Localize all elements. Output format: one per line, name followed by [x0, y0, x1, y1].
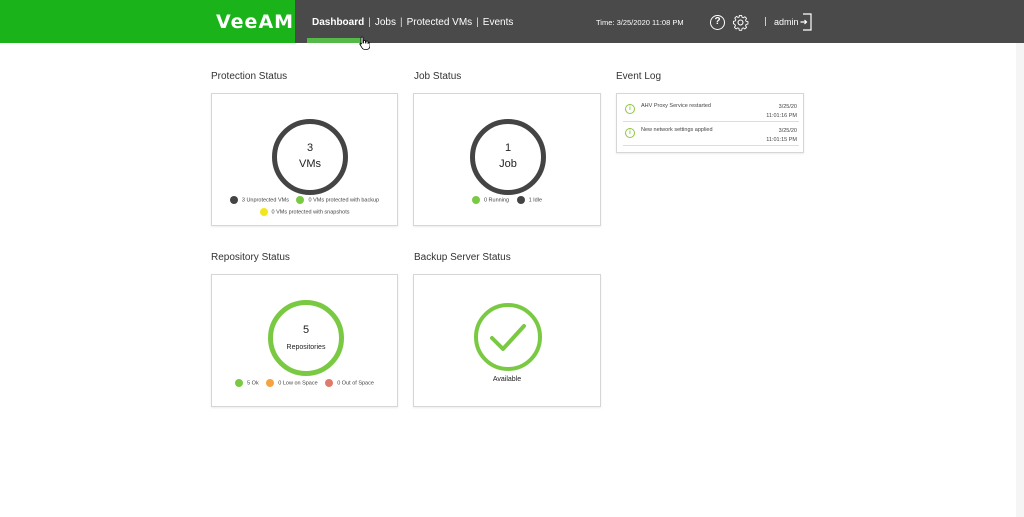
legend-item: 0 VMs protected with snapshots	[259, 208, 350, 216]
legend-dot	[471, 196, 480, 204]
legend-label: 0 Out of Space	[337, 380, 374, 387]
protection-legend-row2: 0 VMs protected with snapshots	[212, 208, 397, 216]
legend-dot	[259, 208, 268, 216]
legend-label: 0 VMs protected with backup	[308, 197, 380, 204]
event-row[interactable]: i AHV Proxy Service restarted 3/25/20 11…	[623, 100, 799, 122]
nav-protected-vms[interactable]: Protected VMs	[407, 17, 473, 28]
job-ring: 1 Job	[470, 119, 546, 195]
nav-dashboard[interactable]: Dashboard	[312, 17, 364, 28]
event-datetime: 3/25/20 11:01:15 PM	[766, 127, 797, 145]
event-time: 11:01:16 PM	[766, 113, 797, 119]
legend-dot	[325, 379, 334, 387]
job-count: 1	[504, 142, 512, 154]
legend-item: 3 Unprotected VMs	[229, 196, 289, 204]
protection-status-card[interactable]: 3 VMs 3 Unprotected VMs 0 VMs protected …	[211, 93, 398, 226]
event-date: 3/25/20	[778, 128, 797, 134]
event-log-title: Event Log	[616, 71, 662, 82]
protection-ring: 3 VMs	[272, 119, 348, 195]
legend-label: 0 Low on Space	[278, 380, 318, 387]
brand-area: VeeAM	[0, 0, 295, 43]
legend-dot	[235, 379, 244, 387]
legend-item: 0 VMs protected with backup	[296, 196, 379, 204]
nav-jobs[interactable]: Jobs	[375, 17, 396, 28]
gear-icon[interactable]	[732, 14, 749, 31]
legend-label: 5 Ok	[247, 380, 259, 387]
job-unit: Job	[499, 158, 517, 170]
logout-icon[interactable]	[800, 13, 812, 31]
protection-legend-row1: 3 Unprotected VMs 0 VMs protected with b…	[212, 196, 397, 204]
repository-unit: Repositories	[286, 344, 326, 351]
top-header: VeeAM Dashboard | Jobs | Protected VMs | Event…	[0, 0, 1024, 43]
event-time: 11:01:15 PM	[766, 137, 797, 143]
legend-item: 1 Idle	[516, 196, 543, 204]
server-time: Time: 3/25/2020 11:08 PM	[596, 18, 684, 27]
info-icon: i	[625, 104, 635, 114]
help-icon[interactable]: ?	[710, 15, 725, 30]
legend-dot	[266, 379, 275, 387]
legend-label: 1 Idle	[528, 197, 543, 204]
legend-item: 0 Low on Space	[266, 379, 318, 387]
checkmark-icon	[474, 303, 542, 371]
repository-status-card[interactable]: 5 Repositories 5 Ok 0 Low on Space 0 Out…	[211, 274, 398, 407]
info-icon: i	[625, 128, 635, 138]
legend-item: 5 Ok	[235, 379, 259, 387]
repository-legend: 5 Ok 0 Low on Space 0 Out of Space	[212, 379, 397, 387]
hand-cursor-icon	[359, 36, 370, 50]
nav-separator: |	[399, 17, 403, 28]
time-label: Time:	[596, 18, 615, 27]
page-scrollbar[interactable]	[1016, 43, 1024, 517]
legend-label: 3 Unprotected VMs	[241, 197, 289, 204]
legend-label: 0 VMs protected with snapshots	[271, 209, 350, 216]
legend-dot	[516, 196, 525, 204]
job-status-card[interactable]: 1 Job 0 Running 1 Idle	[413, 93, 601, 226]
repository-status-title: Repository Status	[211, 252, 290, 263]
backup-server-status-card[interactable]: Available	[413, 274, 601, 407]
legend-dot	[296, 196, 305, 204]
event-datetime: 3/25/20 11:01:16 PM	[766, 103, 797, 121]
legend-label: 0 Running	[483, 197, 510, 204]
legend-item: 0 Out of Space	[325, 379, 374, 387]
legend-dot	[229, 196, 238, 204]
legend-item: 0 Running	[471, 196, 510, 204]
backup-server-status-title: Backup Server Status	[414, 252, 511, 263]
user-name[interactable]: admin	[774, 17, 799, 27]
event-message: New network settings applied	[641, 127, 713, 133]
user-separator	[765, 17, 766, 26]
nav-events[interactable]: Events	[483, 17, 514, 28]
protection-unit: VMs	[299, 158, 321, 170]
event-date: 3/25/20	[778, 104, 797, 110]
veeam-logo[interactable]: VeeAM	[216, 11, 294, 33]
event-row[interactable]: i New network settings applied 3/25/20 1…	[623, 124, 799, 146]
time-value: 3/25/2020 11:08 PM	[616, 18, 684, 27]
backup-server-status-label: Available	[492, 376, 522, 383]
main-nav: Dashboard | Jobs | Protected VMs | Events	[312, 17, 513, 28]
repository-count: 5	[302, 324, 310, 336]
repository-ring: 5 Repositories	[268, 300, 344, 376]
protection-status-title: Protection Status	[211, 71, 288, 82]
event-log-card: i AHV Proxy Service restarted 3/25/20 11…	[616, 93, 804, 153]
job-status-title: Job Status	[414, 71, 462, 82]
nav-separator: |	[368, 17, 371, 28]
event-message: AHV Proxy Service restarted	[641, 103, 711, 109]
nav-separator: |	[476, 17, 479, 28]
job-legend: 0 Running 1 Idle	[414, 196, 600, 204]
protection-count: 3	[306, 142, 314, 154]
nav-active-indicator	[307, 38, 362, 43]
